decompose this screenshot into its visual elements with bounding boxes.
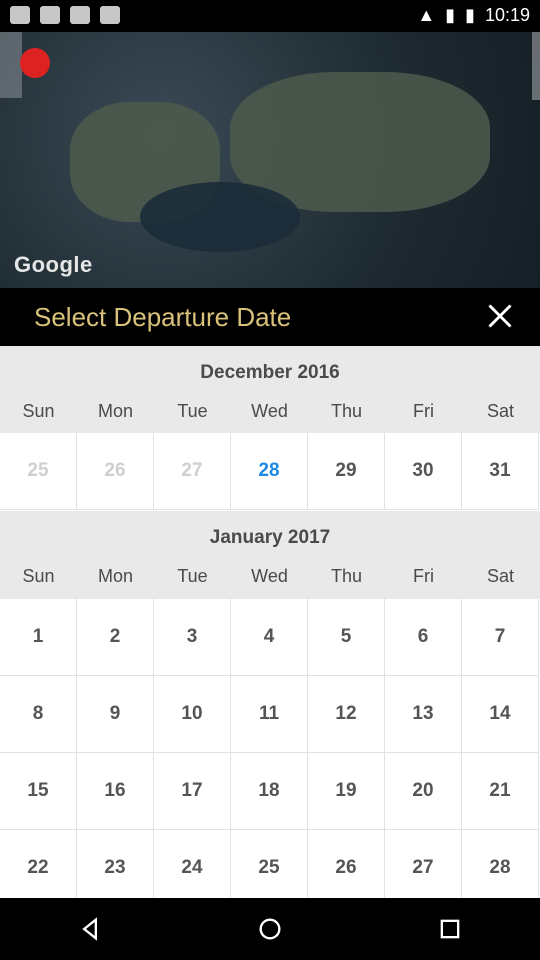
day-cell[interactable]: 1 — [0, 599, 77, 676]
weekday-label: Sat — [486, 401, 515, 421]
airline-logo-icon — [20, 48, 50, 78]
battery-icon: ▮ — [465, 5, 475, 25]
week-row: 25 26 27 28 29 30 31 — [0, 433, 540, 510]
dialog-header: Select Departure Date — [0, 288, 540, 346]
day-cell[interactable]: 26 — [308, 830, 385, 907]
weekday-label: Fri — [413, 401, 434, 421]
day-cell[interactable]: 14 — [462, 676, 539, 753]
day-cell[interactable]: 23 — [77, 830, 154, 907]
day-cell[interactable]: 16 — [77, 753, 154, 830]
dialog-title: Select Departure Date — [34, 302, 292, 332]
wifi-icon: ▲ — [417, 5, 436, 25]
week-row: 8 9 10 11 12 13 14 — [0, 676, 540, 753]
day-cell[interactable]: 25 — [231, 830, 308, 907]
day-cell[interactable]: 4 — [231, 599, 308, 676]
day-cell[interactable]: 22 — [0, 830, 77, 907]
close-icon — [488, 304, 512, 328]
day-cell[interactable]: 27 — [385, 830, 462, 907]
day-cell[interactable]: 21 — [462, 753, 539, 830]
navigation-bar — [0, 898, 540, 960]
weekday-row: Sun Mon Tue Wed Thu Fri Sat — [0, 566, 540, 587]
day-cell[interactable]: 2 — [77, 599, 154, 676]
day-cell[interactable]: 8 — [0, 676, 77, 753]
week-row: 1 2 3 4 5 6 7 — [0, 599, 540, 676]
weekday-label: Sat — [486, 566, 515, 586]
weekday-label: Sun — [22, 566, 55, 586]
day-cell[interactable]: 24 — [154, 830, 231, 907]
weekday-label: Wed — [251, 401, 288, 421]
day-cell[interactable]: 30 — [385, 433, 462, 510]
back-icon — [82, 917, 97, 941]
day-cell[interactable]: 31 — [462, 433, 539, 510]
status-bar: ▲ ▮ ▮ 10:19 — [0, 0, 540, 32]
map-sea — [140, 182, 300, 252]
day-cell: 27 — [154, 433, 231, 510]
close-button[interactable] — [480, 296, 520, 336]
weekday-label: Thu — [330, 566, 363, 586]
recents-icon — [440, 919, 460, 939]
weekday-label: Mon — [97, 566, 133, 586]
menu-button[interactable] — [0, 32, 22, 98]
week-row: 22 23 24 25 26 27 28 — [0, 830, 540, 907]
status-bar-left — [10, 6, 120, 24]
weekday-label: Mon — [97, 401, 133, 421]
day-cell-today[interactable]: 28 — [231, 433, 308, 510]
day-cell[interactable]: 12 — [308, 676, 385, 753]
weekday-label: Fri — [413, 566, 434, 586]
day-cell[interactable]: 28 — [462, 830, 539, 907]
signal-icon: ▮ — [445, 5, 456, 25]
calendar: December 2016 Sun Mon Tue Wed Thu Fri Sa… — [0, 346, 540, 907]
day-cell[interactable]: 7 — [462, 599, 539, 676]
day-cell[interactable]: 17 — [154, 753, 231, 830]
day-cell[interactable]: 20 — [385, 753, 462, 830]
notification-icon — [40, 6, 60, 24]
weekday-label: Wed — [251, 566, 288, 586]
day-cell[interactable]: 9 — [77, 676, 154, 753]
day-cell[interactable]: 13 — [385, 676, 462, 753]
map-scroll-indicator — [532, 32, 540, 100]
map-attribution: Google — [14, 252, 93, 277]
day-cell[interactable]: 10 — [154, 676, 231, 753]
day-cell[interactable]: 15 — [0, 753, 77, 830]
back-button[interactable] — [60, 909, 120, 949]
recents-button[interactable] — [420, 909, 480, 949]
day-cell[interactable]: 19 — [308, 753, 385, 830]
weekday-label: Tue — [177, 401, 208, 421]
day-cell[interactable]: 6 — [385, 599, 462, 676]
day-cell[interactable]: 5 — [308, 599, 385, 676]
week-row: 15 16 17 18 19 20 21 — [0, 753, 540, 830]
notification-icon — [10, 6, 30, 24]
day-cell[interactable]: 3 — [154, 599, 231, 676]
day-cell: 26 — [77, 433, 154, 510]
weekday-label: Thu — [330, 401, 363, 421]
clock: 10:19 — [484, 5, 530, 25]
home-button[interactable] — [240, 909, 300, 949]
day-cell: 25 — [0, 433, 77, 510]
map-view[interactable]: Google — [0, 32, 540, 288]
month-title: January 2017 — [209, 527, 331, 548]
month-title: December 2016 — [200, 362, 340, 383]
home-icon — [259, 918, 281, 940]
status-bar-right: ▲ ▮ ▮ 10:19 — [417, 5, 530, 26]
notification-icon — [100, 6, 120, 24]
weekday-label: Sun — [22, 401, 55, 421]
weekday-label: Tue — [177, 566, 208, 586]
weekday-row: Sun Mon Tue Wed Thu Fri Sat — [0, 401, 540, 422]
day-cell[interactable]: 11 — [231, 676, 308, 753]
day-cell[interactable]: 18 — [231, 753, 308, 830]
notification-icon — [70, 6, 90, 24]
day-cell[interactable]: 29 — [308, 433, 385, 510]
